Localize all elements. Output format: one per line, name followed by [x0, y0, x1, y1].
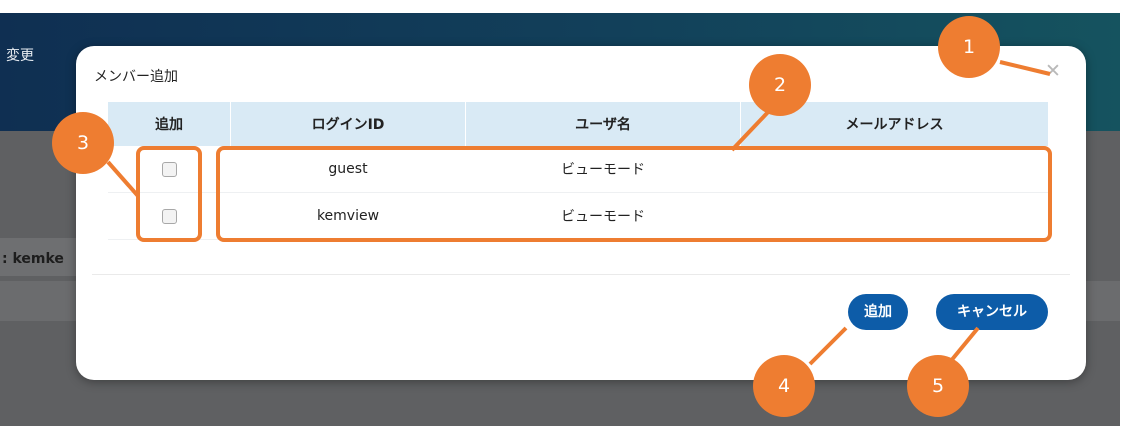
step-marker: 5 [907, 355, 969, 417]
dialog-title: メンバー追加 [94, 69, 178, 85]
cancel-button[interactable]: キャンセル [936, 294, 1048, 330]
step-marker: 1 [938, 16, 1000, 78]
table-header-row: 追加 ログインID ユーザ名 メールアドレス [108, 102, 1048, 146]
header-user-name: ユーザ名 [465, 102, 741, 146]
add-button[interactable]: 追加 [848, 294, 908, 330]
highlight-user-rows [216, 146, 1052, 242]
step-marker: 2 [749, 54, 811, 116]
step-marker: 4 [753, 355, 815, 417]
header-login-id: ログインID [230, 102, 466, 146]
background-header-text: 変更 [6, 48, 34, 64]
dialog-divider [92, 274, 1070, 275]
step-marker: 3 [52, 112, 114, 174]
highlight-checkboxes [136, 146, 202, 242]
close-icon[interactable]: ✕ [1044, 62, 1062, 81]
background-side-text: : kemke [2, 251, 64, 267]
header-add: 追加 [108, 102, 231, 146]
